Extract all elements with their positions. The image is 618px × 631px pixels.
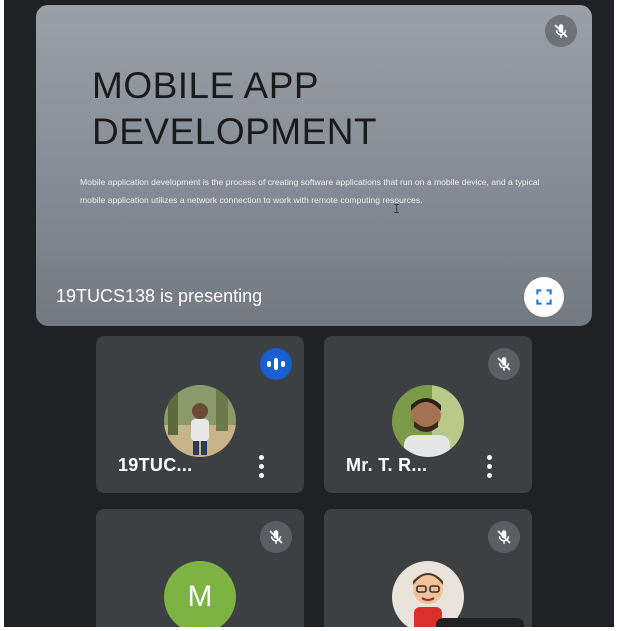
slide-body-text: Mobile application development is the pr… bbox=[80, 177, 540, 205]
mic-off-icon bbox=[497, 357, 511, 371]
mic-off-indicator bbox=[488, 348, 520, 380]
participant-tile[interactable]: 19TUC... bbox=[96, 336, 304, 493]
participant-tile[interactable]: Mr. T. R... bbox=[324, 336, 532, 493]
more-options-button[interactable] bbox=[484, 452, 494, 480]
participant-name: 19TUC... bbox=[118, 455, 193, 475]
avatar: M bbox=[164, 561, 236, 627]
mic-off-icon bbox=[269, 530, 283, 544]
presenting-label: 19TUCS138 is presenting bbox=[56, 286, 263, 306]
text-cursor-icon: I bbox=[393, 202, 401, 216]
meeting-window: MOBILE APP DEVELOPMENT Mobile applicatio… bbox=[4, 0, 614, 627]
mic-off-indicator bbox=[488, 521, 520, 553]
mic-off-indicator bbox=[260, 521, 292, 553]
more-options-button[interactable] bbox=[256, 452, 266, 480]
presentation-stage[interactable]: MOBILE APP DEVELOPMENT Mobile applicatio… bbox=[36, 5, 592, 326]
participant-tile[interactable]: M bbox=[96, 509, 304, 627]
slide-title-line-2: DEVELOPMENT bbox=[92, 111, 378, 152]
mic-off-icon bbox=[554, 24, 568, 38]
participant-tile[interactable] bbox=[324, 509, 532, 627]
presenter-mic-off-indicator bbox=[545, 15, 577, 47]
participant-name: Mr. T. R... bbox=[346, 455, 428, 475]
fullscreen-icon bbox=[536, 289, 552, 305]
mic-off-icon bbox=[497, 530, 511, 544]
slide-title: MOBILE APP DEVELOPMENT bbox=[92, 63, 512, 155]
bottom-bar-edge bbox=[436, 618, 524, 627]
avatar bbox=[392, 385, 464, 457]
slide-title-line-1: MOBILE APP bbox=[92, 65, 320, 106]
fullscreen-button[interactable] bbox=[524, 277, 564, 317]
avatar bbox=[164, 385, 236, 457]
speaking-indicator-icon bbox=[260, 348, 292, 380]
